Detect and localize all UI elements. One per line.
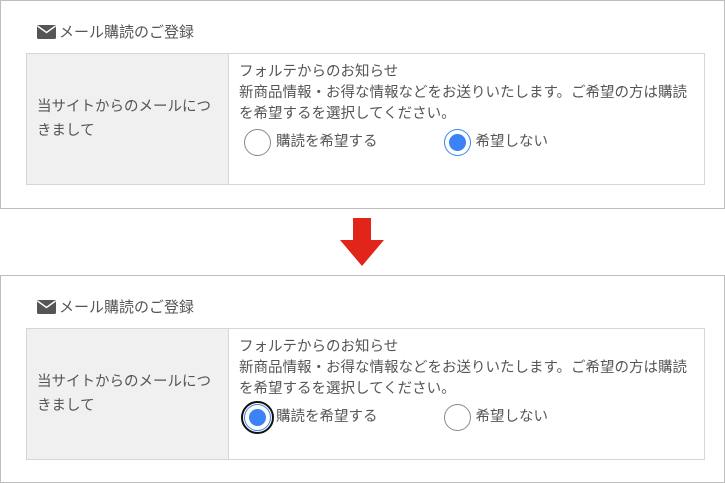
notice-title: フォルテからのお知らせ — [239, 64, 399, 80]
radio-label-subscribe: 購読を希望する — [276, 134, 378, 150]
notice-body: 新商品情報・お得な情報などをお送りいたします。ご希望の方は購読を希望するを選択し… — [239, 360, 688, 397]
notice-body: 新商品情報・お得な情報などをお送りいたします。ご希望の方は購読を希望するを選択し… — [239, 85, 688, 122]
subscribe-radio-group: 購読を希望する 希望しない — [244, 129, 704, 156]
row-label-cell: 当サイトからのメールにつきまして — [27, 54, 229, 184]
radio-label-decline: 希望しない — [475, 134, 549, 150]
radio-decline[interactable] — [443, 404, 471, 431]
section-title-text: メール購読のご登録 — [59, 298, 195, 316]
radio-subscribe[interactable] — [241, 401, 274, 434]
section-title: メール購読のご登録 — [37, 296, 194, 317]
row-label-cell: 当サイトからのメールにつきまして — [27, 329, 229, 459]
row-value-cell: フォルテからのお知らせ 新商品情報・お得な情報などをお送りいたします。ご希望の方… — [229, 329, 704, 459]
subscription-form: 当サイトからのメールにつきまして フォルテからのお知らせ 新商品情報・お得な情報… — [26, 53, 705, 185]
subscribe-radio-group: 購読を希望する 希望しない — [241, 401, 704, 434]
down-arrow-icon — [340, 218, 384, 266]
row-label: 当サイトからのメールにつきまして — [37, 374, 211, 414]
radio-option-subscribe[interactable]: 購読を希望する — [241, 401, 378, 434]
radio-subscribe[interactable] — [244, 129, 271, 156]
radio-option-subscribe[interactable]: 購読を希望する — [244, 129, 378, 156]
notice-title: フォルテからのお知らせ — [239, 339, 399, 355]
row-label: 当サイトからのメールにつきまして — [37, 99, 211, 139]
radio-option-decline[interactable]: 希望しない — [443, 404, 549, 431]
before-panel: メール購読のご登録 当サイトからのメールにつきまして フォルテからのお知らせ 新… — [0, 0, 725, 209]
after-panel: メール購読のご登録 当サイトからのメールにつきまして フォルテからのお知らせ 新… — [0, 275, 725, 483]
row-value-cell: フォルテからのお知らせ 新商品情報・お得な情報などをお送りいたします。ご希望の方… — [229, 54, 704, 184]
subscription-form: 当サイトからのメールにつきまして フォルテからのお知らせ 新商品情報・お得な情報… — [26, 328, 705, 460]
section-title: メール購読のご登録 — [37, 21, 194, 42]
radio-label-decline: 希望しない — [475, 409, 549, 425]
envelope-icon — [37, 24, 56, 39]
radio-decline[interactable] — [443, 129, 471, 156]
section-title-text: メール購読のご登録 — [59, 23, 195, 41]
radio-option-decline[interactable]: 希望しない — [443, 129, 549, 156]
envelope-icon — [37, 299, 56, 314]
radio-label-subscribe: 購読を希望する — [276, 409, 378, 425]
